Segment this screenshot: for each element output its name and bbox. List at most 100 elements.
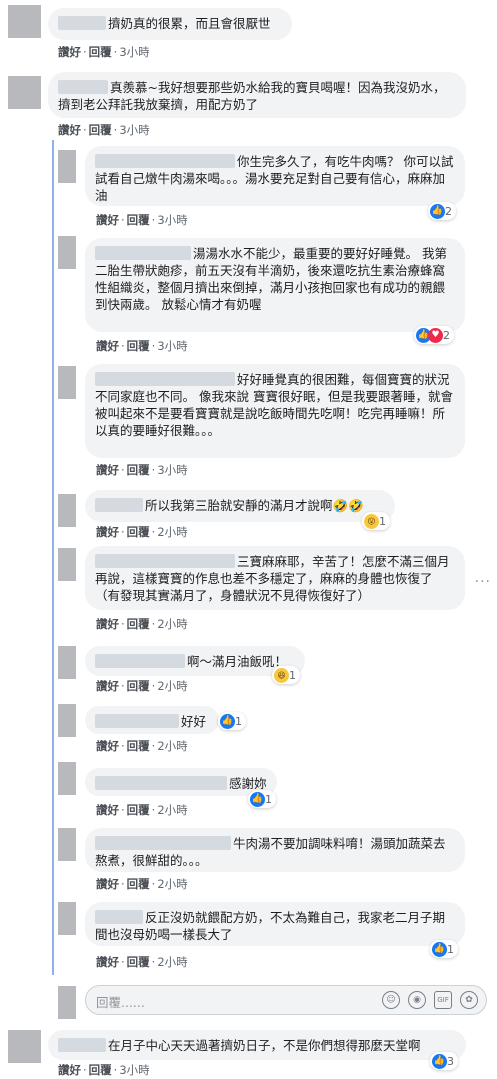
comment-actions: 讚好 · 回覆 · 2小時 (96, 679, 188, 693)
timestamp[interactable]: 3小時 (157, 213, 187, 227)
reaction-summary[interactable]: 👍 3 (430, 1052, 458, 1070)
more-options-icon[interactable]: ··· (475, 574, 491, 590)
commenter-name[interactable] (58, 16, 106, 30)
timestamp[interactable]: 2小時 (157, 739, 187, 753)
avatar[interactable] (8, 5, 41, 38)
reply-link[interactable]: 回覆 (127, 877, 150, 891)
like-icon: 👍 (250, 791, 265, 807)
reply-input[interactable]: 回覆...... ☺ ◉ GIF ✿ (85, 985, 487, 1015)
timestamp[interactable]: 3小時 (119, 45, 149, 59)
reply-link[interactable]: 回覆 (127, 739, 150, 753)
like-link[interactable]: 讚好 (96, 213, 119, 227)
commenter-name[interactable] (95, 554, 235, 568)
avatar[interactable] (58, 494, 76, 527)
avatar[interactable] (58, 236, 76, 269)
commenter-name[interactable] (95, 836, 231, 850)
gif-icon[interactable]: GIF (434, 991, 452, 1009)
commenter-name[interactable] (95, 714, 179, 728)
reply-link[interactable]: 回覆 (127, 617, 150, 631)
comment-text: 擠奶真的很累，而且會很厭世 (108, 16, 271, 31)
reaction-summary[interactable]: 👍 2 (428, 202, 456, 220)
reaction-count: 3 (447, 1054, 454, 1068)
avatar[interactable] (8, 76, 41, 109)
avatar (58, 986, 76, 1019)
avatar[interactable] (58, 902, 76, 935)
reaction-summary[interactable]: 👍 ♥ 2 (414, 326, 454, 344)
reaction-summary[interactable]: 😆 1 (272, 666, 300, 684)
like-link[interactable]: 讚好 (96, 339, 119, 353)
timestamp[interactable]: 2小時 (157, 803, 187, 817)
comment-text: 所以我第三胎就安靜的滿月才說啊🤣🤣 (145, 498, 364, 513)
avatar[interactable] (58, 548, 76, 581)
comment-actions: 讚好 · 回覆 · 3小時 (58, 123, 150, 137)
like-link[interactable]: 讚好 (96, 739, 119, 753)
timestamp[interactable]: 2小時 (157, 679, 187, 693)
avatar[interactable] (58, 646, 76, 679)
commenter-name[interactable] (58, 80, 108, 94)
comment-actions: 讚好 · 回覆 · 3小時 (58, 1063, 150, 1077)
comment-bubble: 感謝妳 (85, 768, 277, 796)
emoji-icon[interactable]: ☺ (382, 991, 400, 1009)
commenter-name[interactable] (95, 910, 143, 924)
comment-actions: 讚好 · 回覆 · 3小時 (96, 463, 188, 477)
comment-text: 啊～滿月油飯吼！ (187, 654, 288, 669)
avatar[interactable] (58, 150, 76, 183)
timestamp[interactable]: 3小時 (119, 123, 149, 137)
like-link[interactable]: 讚好 (96, 955, 119, 969)
timestamp[interactable]: 2小時 (157, 617, 187, 631)
like-link[interactable]: 讚好 (96, 803, 119, 817)
like-link[interactable]: 讚好 (58, 1063, 81, 1077)
avatar[interactable] (58, 828, 76, 861)
commenter-name[interactable] (95, 372, 235, 386)
like-link[interactable]: 讚好 (96, 617, 119, 631)
reply-link[interactable]: 回覆 (127, 803, 150, 817)
comment-text: 感謝妳 (229, 776, 267, 791)
commenter-name[interactable] (95, 154, 235, 168)
reaction-summary[interactable]: 👍 1 (248, 790, 276, 808)
like-link[interactable]: 讚好 (96, 525, 119, 539)
reply-link[interactable]: 回覆 (89, 45, 112, 59)
reaction-summary[interactable]: 😮 1 (362, 512, 390, 530)
comment-actions: 讚好 · 回覆 · 3小時 (58, 45, 150, 59)
camera-icon[interactable]: ◉ (408, 991, 426, 1009)
reply-link[interactable]: 回覆 (127, 525, 150, 539)
like-link[interactable]: 讚好 (58, 45, 81, 59)
comment-bubble: 好好睡覺真的很困難，每個寶寶的狀況不同家庭也不同。 像我來說 寶寶很好眠，但是我… (85, 364, 465, 458)
timestamp[interactable]: 2小時 (157, 877, 187, 891)
commenter-name[interactable] (95, 654, 185, 668)
like-link[interactable]: 讚好 (58, 123, 81, 137)
haha-icon: 😆 (274, 667, 289, 683)
reply-link[interactable]: 回覆 (127, 679, 150, 693)
commenter-name[interactable] (95, 776, 227, 790)
like-link[interactable]: 讚好 (96, 877, 119, 891)
commenter-name[interactable] (58, 1038, 106, 1052)
reaction-count: 1 (235, 714, 242, 728)
commenter-name[interactable] (95, 498, 143, 512)
avatar[interactable] (58, 762, 76, 795)
reply-link[interactable]: 回覆 (127, 955, 150, 969)
reaction-count: 1 (379, 514, 386, 528)
reply-link[interactable]: 回覆 (89, 1063, 112, 1077)
timestamp[interactable]: 3小時 (157, 339, 187, 353)
reply-link[interactable]: 回覆 (127, 213, 150, 227)
like-link[interactable]: 讚好 (96, 679, 119, 693)
timestamp[interactable]: 2小時 (157, 525, 187, 539)
avatar[interactable] (58, 366, 76, 399)
avatar[interactable] (58, 704, 76, 737)
timestamp[interactable]: 3小時 (119, 1063, 149, 1077)
like-icon: 👍 (430, 203, 445, 219)
reply-link[interactable]: 回覆 (127, 463, 150, 477)
comment-text: 真羨慕~我好想要那些奶水給我的寶貝喝喔！因為我沒奶水，擠到老公拜託我放棄擠，用配… (58, 80, 446, 112)
reply-link[interactable]: 回覆 (89, 123, 112, 137)
reaction-summary[interactable]: 👍 1 (430, 940, 458, 958)
commenter-name[interactable] (95, 246, 191, 260)
comment-bubble: 你生完多久了，有吃牛肉嗎？ 你可以試試看自己燉牛肉湯來喝。。。湯水要充足對自己要… (85, 146, 465, 206)
avatar[interactable] (8, 1030, 41, 1063)
like-link[interactable]: 讚好 (96, 463, 119, 477)
timestamp[interactable]: 3小時 (157, 463, 187, 477)
timestamp[interactable]: 2小時 (157, 955, 187, 969)
reply-link[interactable]: 回覆 (127, 339, 150, 353)
sticker-icon[interactable]: ✿ (460, 991, 478, 1009)
comment-bubble: 反正沒奶就餵配方奶，不太為難自己，我家老二月子期間也沒母奶喝一樣長大了 (85, 902, 465, 946)
reaction-summary[interactable]: 👍 1 (218, 712, 246, 730)
